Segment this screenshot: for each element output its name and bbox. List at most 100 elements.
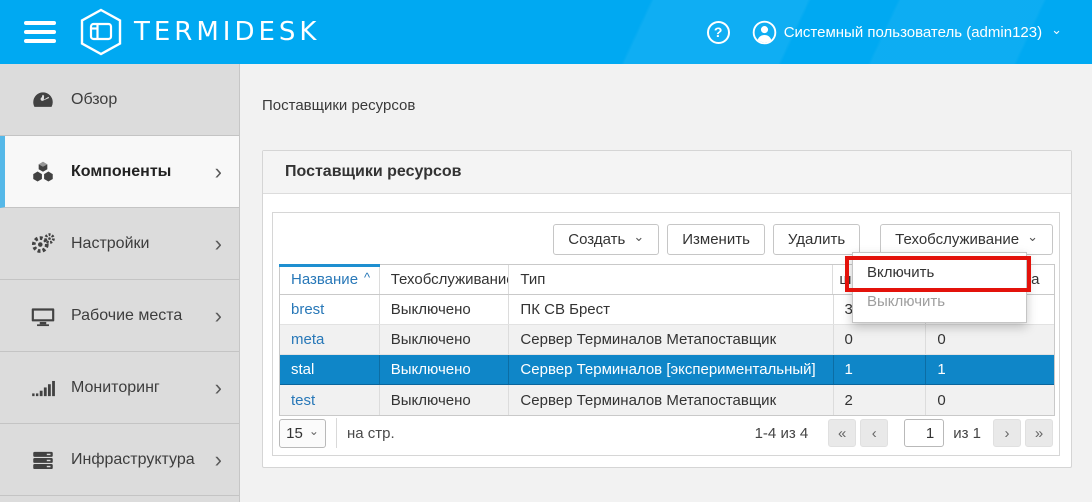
page-size-select[interactable]: 15 ⌄ <box>279 419 326 448</box>
termidesk-logo-icon <box>78 7 124 57</box>
table-toolbar: Создать ⌄ Изменить Удалить Техобслуживан… <box>553 224 1053 255</box>
per-page-label: на стр. <box>347 425 395 442</box>
sort-indicator-bar <box>279 264 380 267</box>
maintenance-cell: Выключено <box>380 295 510 324</box>
sidebar-item-overview[interactable]: Обзор <box>0 64 239 136</box>
page-number-input[interactable] <box>904 419 944 447</box>
column-header-label: а <box>1031 271 1039 288</box>
sort-asc-icon: ^ <box>364 270 370 285</box>
of-pages-label: из 1 <box>953 425 981 442</box>
column-header-name[interactable]: Название ^ <box>280 265 380 294</box>
sidebar-item-label: Обзор <box>71 91 117 109</box>
chevron-down-icon: ⌄ <box>309 427 319 435</box>
gears-icon <box>28 231 58 257</box>
sidebar-item-label: Мониторинг <box>71 379 160 397</box>
hamburger-menu-icon[interactable] <box>24 21 56 43</box>
count-cell: 1 <box>834 355 927 384</box>
type-cell: ПК СВ Брест <box>509 295 833 324</box>
chevron-right-icon: › <box>215 450 222 470</box>
prev-page-icon: ‹ <box>872 425 877 442</box>
table-row-test[interactable]: test Выключено Сервер Терминалов Метапос… <box>280 385 1054 415</box>
provider-name-link[interactable]: stal <box>280 355 380 384</box>
column-header-label: Название <box>291 271 358 288</box>
sidebar-item-label: Настройки <box>71 235 149 253</box>
last-page-button[interactable]: » <box>1025 419 1053 447</box>
monitor-icon <box>28 303 58 329</box>
panel-header: Поставщики ресурсов <box>263 151 1071 194</box>
create-button[interactable]: Создать ⌄ <box>553 224 659 255</box>
last-page-icon: » <box>1035 425 1043 442</box>
provider-name-link[interactable]: brest <box>280 295 380 324</box>
server-icon <box>28 447 58 473</box>
next-page-button[interactable]: › <box>993 419 1021 447</box>
chevron-right-icon: › <box>215 378 222 398</box>
maintenance-button[interactable]: Техобслуживание ⌄ <box>880 224 1053 255</box>
user-menu[interactable]: Системный пользователь (admin123) ⌄ <box>752 20 1062 45</box>
user-icon <box>752 20 777 45</box>
chevron-right-icon: › <box>215 306 222 326</box>
bar-chart-icon <box>28 375 58 401</box>
table-row-meta[interactable]: meta Выключено Сервер Терминалов Метапос… <box>280 325 1054 355</box>
next-page-icon: › <box>1005 425 1010 442</box>
table-row-stal-selected[interactable]: stal Выключено Сервер Терминалов [экспер… <box>280 355 1054 385</box>
column-header-maintenance[interactable]: Техобслуживание <box>380 265 510 294</box>
count-cell: 2 <box>834 385 927 415</box>
help-glyph: ? <box>714 24 723 40</box>
divider <box>336 418 337 448</box>
provider-name-link[interactable]: meta <box>280 325 380 354</box>
sidebar-nav: Обзор Компоненты › Настройки › <box>0 64 240 502</box>
maintenance-button-label: Техобслуживание <box>895 231 1019 248</box>
maintenance-menu-item-disable[interactable]: Выключить <box>853 287 1026 316</box>
column-header-label: ш <box>839 271 851 288</box>
sidebar-item-label: Инфраструктура <box>71 451 195 469</box>
count-cell: 0 <box>926 325 1054 354</box>
maintenance-cell: Выключено <box>380 355 510 384</box>
chevron-right-icon: › <box>215 162 222 182</box>
edit-button[interactable]: Изменить <box>667 224 765 255</box>
column-header-label: Техобслуживание <box>391 271 510 288</box>
providers-table-widget: Создать ⌄ Изменить Удалить Техобслуживан… <box>272 212 1060 456</box>
count-cell: 0 <box>926 385 1054 415</box>
user-name-label: Системный пользователь (admin123) <box>784 24 1042 41</box>
brand-name: TERMIDESK <box>134 17 320 47</box>
gauge-icon <box>28 87 58 113</box>
count-cell: 0 <box>834 325 927 354</box>
chevron-right-icon: › <box>215 234 222 254</box>
sidebar-item-label: Компоненты <box>71 163 171 181</box>
count-cell: 1 <box>926 355 1054 384</box>
provider-name-link[interactable]: test <box>280 385 380 415</box>
maintenance-cell: Выключено <box>380 325 510 354</box>
edit-button-label: Изменить <box>682 231 750 248</box>
panel-title: Поставщики ресурсов <box>285 163 461 181</box>
create-button-label: Создать <box>568 231 625 248</box>
sidebar-item-monitoring[interactable]: Мониторинг › <box>0 352 239 424</box>
sidebar-item-infrastructure[interactable]: Инфраструктура › <box>0 424 239 496</box>
maintenance-menu: Включить Выключить <box>852 252 1027 323</box>
type-cell: Сервер Терминалов Метапоставщик <box>509 325 833 354</box>
maintenance-menu-item-enable[interactable]: Включить <box>853 258 1026 287</box>
top-header: TERMIDESK ? Системный пользователь (admi… <box>0 0 1092 64</box>
page-size-value: 15 <box>286 425 303 442</box>
chevron-down-icon: ⌄ <box>1051 25 1062 35</box>
first-page-icon: « <box>838 425 846 442</box>
type-cell: Сервер Терминалов [экспериментальный] <box>509 355 833 384</box>
column-header-type[interactable]: Тип <box>509 265 833 294</box>
chevron-down-icon: ⌄ <box>1027 233 1038 241</box>
maintenance-cell: Выключено <box>380 385 510 415</box>
type-cell: Сервер Терминалов Метапоставщик <box>509 385 833 415</box>
sidebar-item-components[interactable]: Компоненты › <box>0 136 239 208</box>
cubes-icon <box>28 159 58 185</box>
breadcrumb: Поставщики ресурсов <box>262 97 415 114</box>
range-label: 1-4 из 4 <box>755 425 809 442</box>
prev-page-button[interactable]: ‹ <box>860 419 888 447</box>
help-icon[interactable]: ? <box>707 21 730 44</box>
sidebar-item-settings[interactable]: Настройки › <box>0 208 239 280</box>
delete-button-label: Удалить <box>788 231 845 248</box>
column-header-label: Тип <box>520 271 545 288</box>
chevron-down-icon: ⌄ <box>633 233 644 241</box>
sidebar-item-label: Рабочие места <box>71 307 182 325</box>
delete-button[interactable]: Удалить <box>773 224 860 255</box>
first-page-button[interactable]: « <box>828 419 856 447</box>
sidebar-item-workplaces[interactable]: Рабочие места › <box>0 280 239 352</box>
pagination-bar: 15 ⌄ на стр. 1-4 из 4 « ‹ из 1 <box>279 418 1053 448</box>
